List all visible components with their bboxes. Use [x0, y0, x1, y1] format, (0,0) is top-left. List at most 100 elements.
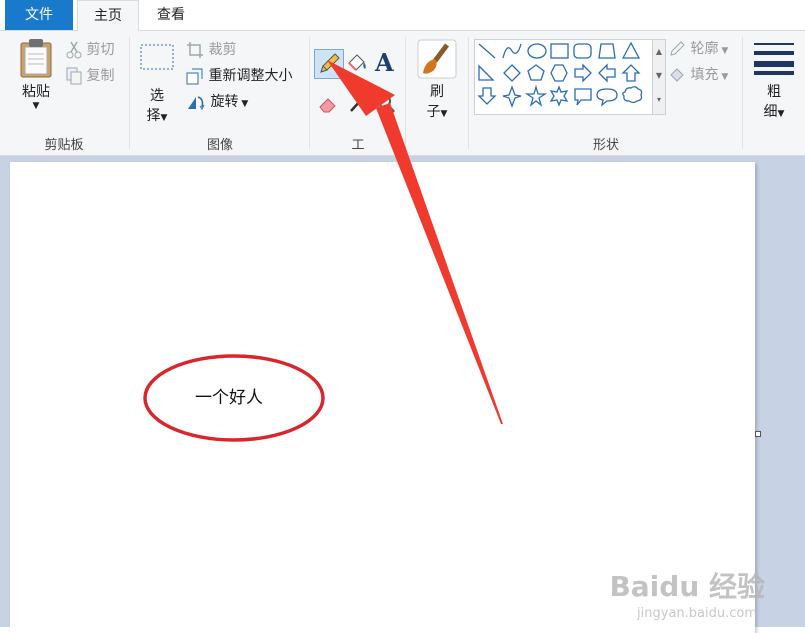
canvas-resize-handle[interactable]: [755, 431, 761, 437]
shapes-gallery: [474, 39, 654, 115]
brushes-label-bottom: 子▼: [426, 104, 448, 120]
paste-button[interactable]: 粘贴 ▼: [14, 37, 58, 111]
rounded-rectangle-shape-icon: [573, 43, 592, 59]
divider: [468, 37, 469, 149]
up-arrow-shape-icon: [621, 64, 641, 82]
rotate-icon: [188, 96, 205, 110]
four-point-star-shape-icon: [502, 85, 522, 108]
eraser-icon: [319, 98, 336, 113]
outline-pen-icon: [670, 41, 685, 56]
shapes-gallery-scroll[interactable]: ▲ ▼ ▾: [652, 39, 666, 115]
image-group-label: 图像: [206, 138, 233, 153]
tab-home[interactable]: 主页: [77, 0, 139, 32]
fill-button[interactable]: [345, 51, 369, 79]
rect-callout-shape-icon: [574, 88, 592, 106]
polygon-shape-icon: [598, 43, 616, 59]
cut-button[interactable]: 剪切: [66, 38, 114, 62]
tools-group: A 工: [311, 31, 405, 155]
oval-shape-icon: [527, 43, 547, 59]
select-button[interactable]: 选 择▼: [139, 43, 175, 125]
svg-text:A: A: [374, 49, 394, 75]
divider: [309, 37, 310, 149]
size-button[interactable]: 粗 细▼: [752, 41, 796, 121]
diamond-shape-icon: [503, 64, 521, 82]
text-tool-icon: A: [374, 48, 394, 77]
copy-button[interactable]: 复制: [66, 64, 114, 88]
pencil-icon: [320, 53, 340, 73]
ribbon-tabs: 文件 主页 查看: [0, 0, 805, 32]
copy-icon: [66, 67, 82, 85]
five-point-star-shape-icon: [524, 84, 548, 107]
chevron-down-icon: ▼: [238, 99, 249, 109]
rotate-button[interactable]: 旋转 ▼: [186, 90, 248, 114]
eyedropper-icon: [350, 94, 367, 112]
fill-shape-button[interactable]: 填充 ▼: [668, 63, 728, 87]
shapes-gallery-icons: [477, 41, 643, 108]
triangle-shape-icon: [621, 41, 641, 59]
shapes-group: ▲ ▼ ▾ 轮廓 ▼ 填充 ▼ 形状: [470, 31, 742, 155]
fill-label: 填充: [690, 67, 719, 83]
eraser-button[interactable]: [317, 91, 341, 119]
canvas-drawings: [143, 354, 325, 442]
baidu-watermark-logo: Baidu 经验: [609, 570, 765, 603]
paint-bucket-icon: [348, 54, 366, 71]
clipboard-group-label: 剪贴板: [44, 138, 84, 153]
size-label-top: 粗: [767, 84, 781, 100]
baidu-watermark-url: jingyan.baidu.com: [637, 606, 757, 621]
tab-file[interactable]: 文件: [5, 0, 73, 30]
hexagon-shape-icon: [550, 64, 568, 82]
ribbon: 粘贴 ▼ 剪切 复制 剪贴板 选 择▼ 裁剪 重新调整大小 旋转 ▼ 图像 A …: [0, 31, 805, 156]
tab-view[interactable]: 查看: [140, 0, 202, 30]
outline-button[interactable]: 轮廓 ▼: [668, 37, 728, 61]
brushes-group: 刷 子▼: [407, 31, 467, 155]
shapes-group-label: 形状: [592, 138, 619, 153]
chevron-down-icon: ▼: [718, 46, 729, 56]
chevron-down-icon: ▼: [718, 72, 729, 82]
paste-icon: [20, 39, 52, 78]
select-rectangle-icon: [140, 44, 174, 70]
fill-bucket-icon: [670, 68, 684, 82]
scissors-icon: [66, 41, 82, 59]
copy-label: 复制: [86, 68, 115, 84]
clipboard-group: 粘贴 ▼ 剪切 复制 剪贴板: [0, 31, 128, 155]
pentagon-shape-icon: [527, 64, 545, 81]
resize-button[interactable]: 重新调整大小: [186, 64, 292, 88]
paste-label: 粘贴: [22, 84, 50, 100]
right-triangle-shape-icon: [478, 64, 495, 81]
divider: [742, 37, 743, 149]
oval-callout-shape-icon: [596, 88, 618, 107]
pencil-button[interactable]: [314, 49, 344, 79]
text-button[interactable]: A: [373, 48, 397, 79]
cloud-callout-shape-icon: [622, 86, 643, 104]
crop-button[interactable]: 裁剪: [186, 38, 236, 62]
right-arrow-shape-icon: [574, 63, 592, 83]
cut-label: 剪切: [86, 42, 115, 58]
outline-label: 轮廓: [690, 41, 719, 57]
rectangle-shape-icon: [550, 43, 569, 59]
canvas-workspace: 一个好人 Baidu 经验 jingyan.baidu.com: [0, 156, 805, 633]
chevron-down-icon: ▼: [32, 101, 40, 111]
divider: [129, 37, 130, 149]
color-picker-button[interactable]: [347, 91, 369, 119]
left-arrow-shape-icon: [598, 63, 616, 83]
magnifier-button[interactable]: [375, 91, 397, 119]
size-label-bottom: 细▼: [763, 104, 785, 120]
line-thickness-icon: [754, 43, 794, 75]
divider: [405, 37, 406, 149]
image-group: 选 择▼ 裁剪 重新调整大小 旋转 ▼ 图像: [131, 31, 309, 155]
brush-icon: [417, 39, 457, 79]
resize-icon: [186, 68, 203, 85]
canvas-text: 一个好人: [195, 388, 263, 408]
drawing-canvas[interactable]: 一个好人: [10, 162, 755, 633]
select-label-top: 选: [150, 88, 164, 104]
crop-label: 裁剪: [208, 42, 237, 58]
brushes-button[interactable]: 刷 子▼: [415, 39, 459, 121]
rotate-label: 旋转: [210, 94, 239, 110]
tools-group-label: 工: [351, 138, 365, 153]
resize-label: 重新调整大小: [208, 68, 293, 84]
curve-shape-icon: [502, 43, 522, 59]
line-shape-icon: [478, 43, 496, 59]
brushes-label-top: 刷: [430, 84, 444, 100]
magnifier-icon: [377, 94, 395, 113]
select-label-bottom: 择▼: [146, 108, 168, 124]
